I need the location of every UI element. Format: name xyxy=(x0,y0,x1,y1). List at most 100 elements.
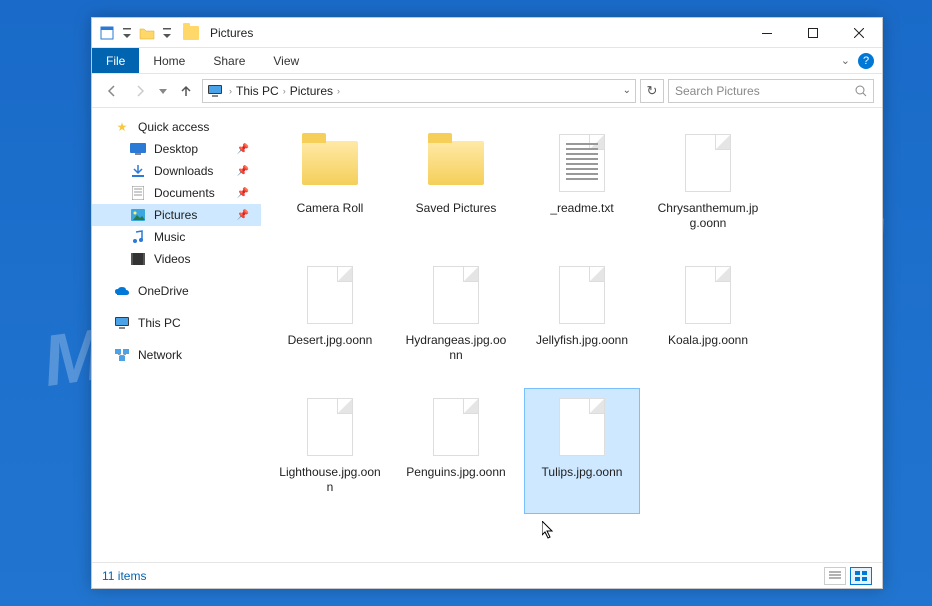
expand-ribbon-icon[interactable]: ⌄ xyxy=(841,54,850,67)
nav-downloads[interactable]: Downloads 📌 xyxy=(92,160,261,182)
downloads-icon xyxy=(130,163,146,179)
nav-quick-access[interactable]: ★ Quick access xyxy=(92,116,261,138)
navigation-pane[interactable]: ★ Quick access Desktop 📌 Downloads 📌 Doc… xyxy=(92,108,262,562)
nav-network[interactable]: Network xyxy=(92,344,261,366)
unknown-file-icon xyxy=(559,398,605,456)
file-item[interactable]: Penguins.jpg.oonn xyxy=(398,388,514,514)
file-label: Jellyfish.jpg.oonn xyxy=(532,333,632,348)
status-bar: 11 items xyxy=(92,562,882,588)
tab-file[interactable]: File xyxy=(92,48,139,73)
nav-label: Videos xyxy=(154,252,190,266)
star-icon: ★ xyxy=(114,119,130,135)
items-grid: Camera Roll Saved Pictures _readme.txt Chry… xyxy=(272,124,872,514)
file-label: Lighthouse.jpg.oonn xyxy=(273,465,387,495)
pin-icon: 📌 xyxy=(237,166,249,177)
tab-view[interactable]: View xyxy=(259,48,313,73)
explorer-window: Pictures File Home Share View ⌄ ? xyxy=(91,17,883,589)
refresh-button[interactable]: ↻ xyxy=(640,79,664,103)
documents-icon xyxy=(130,185,146,201)
folder-icon xyxy=(302,141,358,185)
pictures-icon xyxy=(130,207,146,223)
address-dropdown-icon[interactable]: ⌄ xyxy=(623,85,631,96)
nav-videos[interactable]: Videos xyxy=(92,248,261,270)
chevron-right-icon[interactable]: › xyxy=(283,86,286,96)
unknown-file-icon xyxy=(307,266,353,324)
nav-label: This PC xyxy=(138,316,181,330)
unknown-file-icon xyxy=(685,266,731,324)
ribbon-tabs: File Home Share View ⌄ ? xyxy=(92,48,882,74)
nav-forward-button[interactable] xyxy=(128,79,152,103)
nav-music[interactable]: Music xyxy=(92,226,261,248)
unknown-file-icon xyxy=(433,398,479,456)
file-item[interactable]: Koala.jpg.oonn xyxy=(650,256,766,382)
dropdown-icon[interactable] xyxy=(118,24,136,42)
window-controls xyxy=(744,18,882,48)
window-folder-icon xyxy=(182,24,200,42)
file-item[interactable]: Desert.jpg.oonn xyxy=(272,256,388,382)
folder-icon xyxy=(428,141,484,185)
chevron-right-icon[interactable]: › xyxy=(229,86,232,96)
file-label: Chrysanthemum.jpg.oonn xyxy=(651,201,765,231)
nav-history-dropdown[interactable] xyxy=(156,79,170,103)
view-toggle xyxy=(824,567,872,585)
tab-share[interactable]: Share xyxy=(199,48,259,73)
file-item[interactable]: Lighthouse.jpg.oonn xyxy=(272,388,388,514)
details-view-button[interactable] xyxy=(824,567,846,585)
unknown-file-icon xyxy=(559,266,605,324)
nav-label: Quick access xyxy=(138,120,209,134)
pin-icon: 📌 xyxy=(237,210,249,221)
nav-label: Music xyxy=(154,230,185,244)
network-icon xyxy=(114,347,130,363)
window-title: Pictures xyxy=(210,26,253,40)
unknown-file-icon xyxy=(307,398,353,456)
videos-icon xyxy=(130,251,146,267)
file-item[interactable]: _readme.txt xyxy=(524,124,640,250)
nav-label: Network xyxy=(138,348,182,362)
nav-onedrive[interactable]: OneDrive xyxy=(92,280,261,302)
nav-this-pc[interactable]: This PC xyxy=(92,312,261,334)
breadcrumb-pictures[interactable]: Pictures xyxy=(290,84,333,98)
new-folder-icon[interactable] xyxy=(138,24,156,42)
tab-home[interactable]: Home xyxy=(139,48,199,73)
maximize-button[interactable] xyxy=(790,18,836,48)
nav-up-button[interactable] xyxy=(174,79,198,103)
nav-documents[interactable]: Documents 📌 xyxy=(92,182,261,204)
nav-desktop[interactable]: Desktop 📌 xyxy=(92,138,261,160)
item-count: 11 items xyxy=(102,569,146,583)
file-item[interactable]: Jellyfish.jpg.oonn xyxy=(524,256,640,382)
ribbon-right: ⌄ ? xyxy=(841,48,882,73)
file-label: Tulips.jpg.oonn xyxy=(538,465,627,480)
chevron-right-icon[interactable]: › xyxy=(337,86,340,96)
properties-icon[interactable] xyxy=(98,24,116,42)
search-input[interactable]: Search Pictures xyxy=(668,79,874,103)
breadcrumb-this-pc[interactable]: This PC xyxy=(236,84,279,98)
help-icon[interactable]: ? xyxy=(858,53,874,69)
nav-label: Desktop xyxy=(154,142,198,156)
pin-icon: 📌 xyxy=(237,144,249,155)
qat-dropdown-icon[interactable] xyxy=(158,24,176,42)
nav-pictures[interactable]: Pictures 📌 xyxy=(92,204,261,226)
nav-label: Documents xyxy=(154,186,215,200)
file-item[interactable]: Tulips.jpg.oonn xyxy=(524,388,640,514)
desktop-icon xyxy=(130,141,146,157)
explorer-body: ★ Quick access Desktop 📌 Downloads 📌 Doc… xyxy=(92,108,882,562)
file-item[interactable]: Camera Roll xyxy=(272,124,388,250)
address-bar[interactable]: › This PC › Pictures › ⌄ xyxy=(202,79,636,103)
file-item[interactable]: Chrysanthemum.jpg.oonn xyxy=(650,124,766,250)
icons-view-button[interactable] xyxy=(850,567,872,585)
search-icon xyxy=(855,85,867,97)
file-item[interactable]: Hydrangeas.jpg.oonn xyxy=(398,256,514,382)
content-pane[interactable]: Camera Roll Saved Pictures _readme.txt Chry… xyxy=(262,108,882,562)
quick-access-toolbar xyxy=(92,24,176,42)
this-pc-icon xyxy=(114,315,130,331)
file-label: Penguins.jpg.oonn xyxy=(402,465,509,480)
file-label: _readme.txt xyxy=(546,201,617,216)
nav-back-button[interactable] xyxy=(100,79,124,103)
file-label: Saved Pictures xyxy=(412,201,501,216)
text-file-icon xyxy=(559,134,605,192)
close-button[interactable] xyxy=(836,18,882,48)
navbar: › This PC › Pictures › ⌄ ↻ Search Pictur… xyxy=(92,74,882,108)
file-item[interactable]: Saved Pictures xyxy=(398,124,514,250)
titlebar[interactable]: Pictures xyxy=(92,18,882,48)
minimize-button[interactable] xyxy=(744,18,790,48)
